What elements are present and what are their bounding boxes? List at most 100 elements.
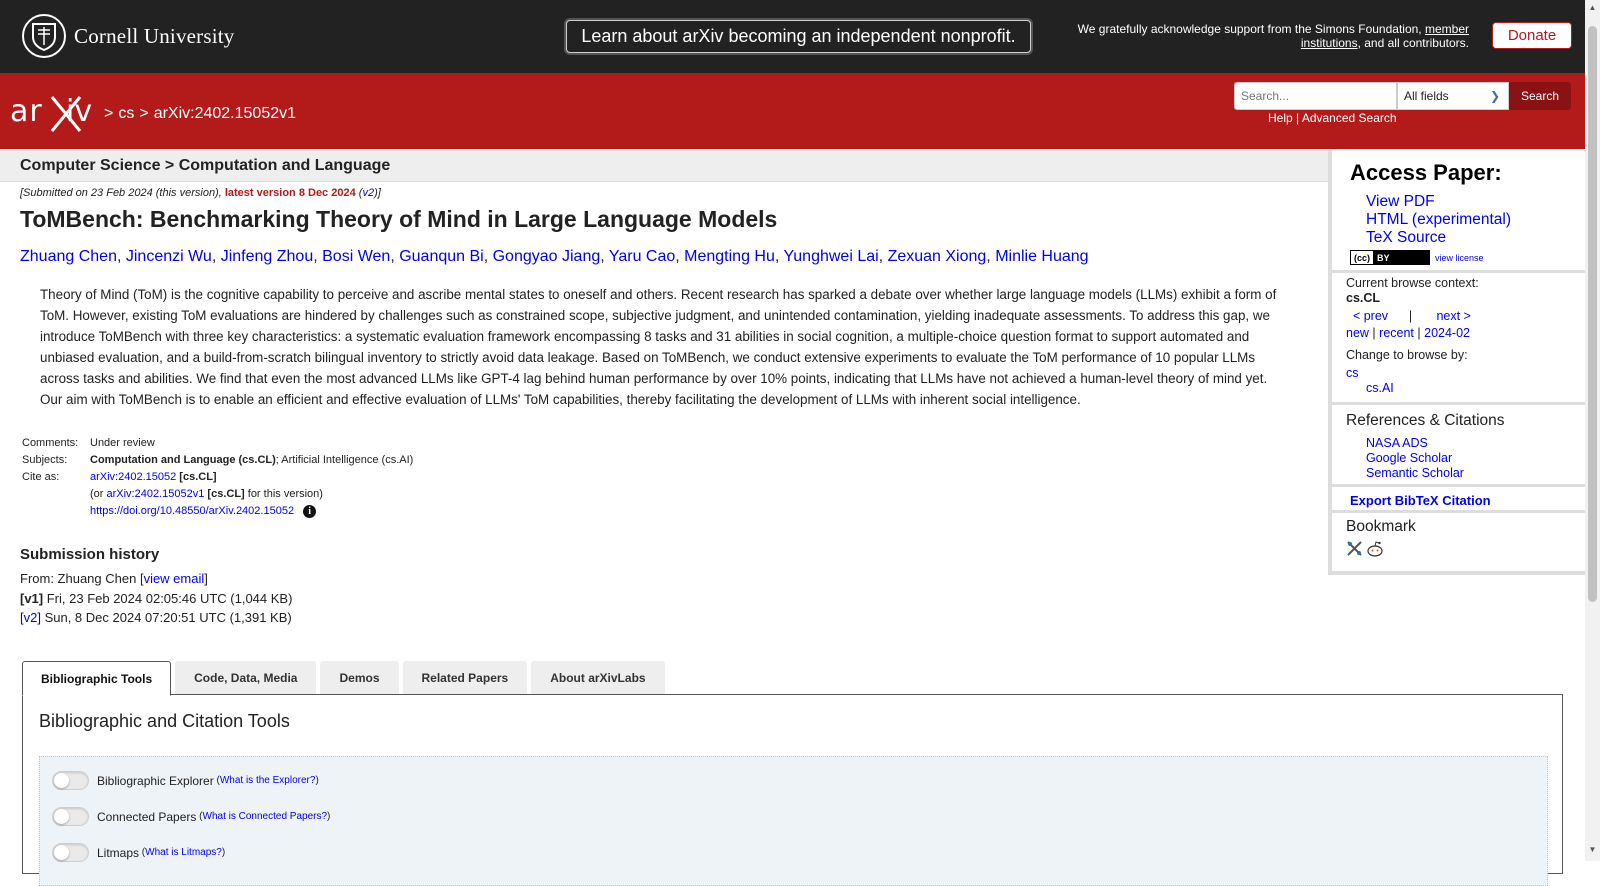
author-link[interactable]: Guanqun Bi [399, 248, 484, 265]
history-from: From: Zhuang Chen [view email] [20, 569, 292, 589]
next-link[interactable]: next > [1436, 309, 1470, 323]
view-license-link[interactable]: view license [1435, 253, 1484, 263]
v2-history-link[interactable]: [v2] [20, 610, 41, 625]
tab-demos[interactable]: Demos [320, 661, 399, 694]
latest-version-link[interactable]: latest version 8 Dec 2024 [225, 187, 356, 199]
advanced-search-link[interactable]: Advanced Search [1302, 111, 1397, 125]
connected-papers-toggle[interactable] [52, 807, 89, 826]
cite-id-link[interactable]: arXiv:2402.15052 [90, 471, 176, 483]
author-link[interactable]: Bosi Wen [322, 248, 390, 265]
labs-tabs: Bibliographic Tools Code, Data, Media De… [22, 661, 669, 696]
subjects-value: Computation and Language (cs.CL); Artifi… [88, 453, 415, 470]
submitted-text: )] [374, 187, 381, 199]
references-links: NASA ADS Google Scholar Semantic Scholar [1366, 436, 1464, 481]
cite-category: [cs.CL] [179, 471, 217, 483]
tool-row-explorer: Bibliographic Explorer (What is the Expl… [52, 771, 319, 790]
divider [1332, 510, 1585, 513]
breadcrumb-cs[interactable]: cs [118, 105, 134, 122]
recent-link[interactable]: recent [1379, 326, 1414, 340]
cite-version-link[interactable]: arXiv:2402.15052v1 [107, 488, 205, 500]
author-separator: , [116, 248, 126, 265]
author-link[interactable]: Gongyao Jiang [493, 248, 601, 265]
new-link[interactable]: new [1346, 326, 1369, 340]
nonprofit-announcement-button[interactable]: Learn about arXiv becoming an independen… [566, 20, 1031, 53]
donate-button[interactable]: Donate [1492, 22, 1572, 49]
new-recent-row: new | recent | 2024-02 [1346, 325, 1471, 342]
context-value: cs.CL [1346, 291, 1381, 305]
tool-help: (What is the Explorer?) [213, 775, 319, 786]
tab-bibliographic-tools[interactable]: Bibliographic Tools [22, 661, 172, 696]
browse-cs-link[interactable]: cs [1346, 366, 1468, 381]
submission-history: From: Zhuang Chen [view email] [v1] Fri,… [20, 569, 292, 628]
tool-row-connected-papers: Connected Papers (What is Connected Pape… [52, 807, 330, 826]
tool-label: Connected Papers [97, 809, 197, 824]
author-separator: , [675, 248, 685, 265]
paper-title: ToMBench: Benchmarking Theory of Mind in… [20, 206, 778, 232]
scroll-down-icon[interactable]: ▼ [1588, 845, 1597, 855]
scrollbar-thumb[interactable] [1588, 26, 1597, 602]
explorer-help-link[interactable]: What is the Explorer? [220, 775, 316, 786]
html-link[interactable]: HTML (experimental) [1366, 211, 1511, 229]
tab-about-arxivlabs[interactable]: About arXivLabs [531, 661, 665, 694]
litmaps-help-link[interactable]: What is Litmaps? [145, 847, 222, 858]
reddit-icon[interactable] [1366, 540, 1384, 558]
author-link[interactable]: Mengting Hu [684, 248, 775, 265]
change-label: Change to browse by: [1346, 348, 1468, 362]
author-link[interactable]: Zexuan Xiong [888, 248, 987, 265]
author-separator: , [390, 248, 400, 265]
help-links: Help | Advanced Search [1268, 111, 1397, 125]
connected-papers-help-link[interactable]: What is Connected Papers? [203, 811, 328, 822]
v1-label: [v1] [20, 590, 44, 606]
month-link[interactable]: 2024-02 [1424, 326, 1470, 340]
v2-link[interactable]: v2 [362, 187, 374, 199]
view-email-link[interactable]: view email [144, 571, 205, 586]
prev-link[interactable]: < prev [1353, 309, 1388, 323]
author-link[interactable]: Yunghwei Lai [783, 248, 878, 265]
explorer-toggle[interactable] [52, 771, 89, 790]
nasa-ads-link[interactable]: NASA ADS [1366, 436, 1464, 451]
context-label: Current browse context: [1346, 276, 1479, 290]
author-link[interactable]: Jinfeng Zhou [221, 248, 314, 265]
author-link[interactable]: Jincenzi Wu [126, 248, 212, 265]
author-link[interactable]: Yaru Cao [609, 248, 675, 265]
author-link[interactable]: Minlie Huang [995, 248, 1088, 265]
primary-subject: Computation and Language (cs.CL) [90, 454, 276, 466]
cite-version-row: (or arXiv:2402.15052v1 [cs.CL] for this … [20, 487, 415, 504]
search-field-value: All fields [1404, 89, 1449, 103]
search-field-select[interactable]: All fields ❯ [1397, 82, 1509, 110]
browse-cs-ai-link[interactable]: cs.AI [1366, 381, 1468, 396]
view-pdf-link[interactable]: View PDF [1366, 193, 1511, 211]
arxiv-logo[interactable]: ar iv [10, 93, 102, 138]
doi-link[interactable]: https://doi.org/10.48550/arXiv.2402.1505… [90, 505, 294, 517]
search-button[interactable]: Search [1509, 82, 1571, 110]
category-bar: Computer Science > Computation and Langu… [0, 150, 1328, 182]
tab-related-papers[interactable]: Related Papers [402, 661, 528, 694]
tex-source-link[interactable]: TeX Source [1366, 229, 1511, 247]
author-list: Zhuang Chen, Jincenzi Wu, Jinfeng Zhou, … [20, 248, 1089, 266]
cornell-logo[interactable]: Cornell University [22, 14, 235, 58]
from-text: From: Zhuang Chen [ [20, 571, 144, 586]
category-heading: Computer Science > Computation and Langu… [20, 157, 391, 174]
v1-details: Fri, 23 Feb 2024 02:05:46 UTC (1,044 KB) [43, 590, 293, 606]
cite-value: arXiv:2402.15052 [cs.CL] [88, 470, 415, 487]
bibsonomy-icon[interactable] [1346, 540, 1363, 557]
semantic-scholar-link[interactable]: Semantic Scholar [1366, 466, 1464, 481]
member-link[interactable]: member [1425, 22, 1469, 36]
arxiv-header: ar iv > cs > arXiv:2402.15052v1 Search... A… [0, 73, 1585, 149]
institutions-link[interactable]: institutions [1301, 36, 1358, 50]
litmaps-toggle[interactable] [52, 843, 89, 862]
scroll-up-icon[interactable]: ▲ [1588, 3, 1597, 13]
search-input[interactable]: Search... [1234, 82, 1397, 110]
author-separator: , [600, 248, 609, 265]
license-badge[interactable]: (cc) BY view license [1350, 250, 1484, 265]
tab-code-data-media[interactable]: Code, Data, Media [175, 661, 317, 694]
subjects-label: Subjects: [22, 454, 68, 466]
help-link[interactable]: Help [1268, 111, 1293, 125]
tool-row-litmaps: Litmaps (What is Litmaps?) [52, 843, 225, 862]
author-link[interactable]: Zhuang Chen [20, 248, 117, 265]
support-text-part: We gratefully acknowledge support from t… [1077, 22, 1422, 36]
info-icon[interactable]: i [303, 505, 317, 518]
support-text-part: , and all contributors. [1357, 36, 1469, 50]
export-bibtex-link[interactable]: Export BibTeX Citation [1350, 493, 1491, 508]
google-scholar-link[interactable]: Google Scholar [1366, 451, 1464, 466]
